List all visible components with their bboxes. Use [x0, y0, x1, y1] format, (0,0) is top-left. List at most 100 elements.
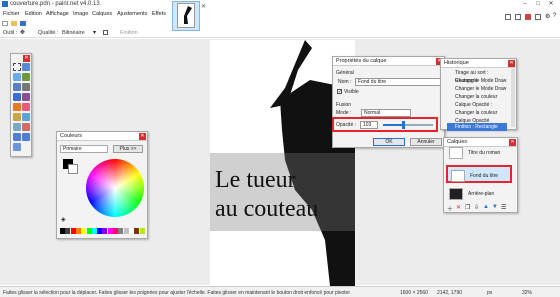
history-item[interactable]: Changer le Mode Draw	[447, 85, 507, 93]
text-icon[interactable]	[13, 133, 21, 141]
palette-swatch[interactable]	[60, 228, 65, 234]
history-item[interactable]: Tirage au sort : Rectangle	[447, 69, 507, 84]
menu-ajustements[interactable]: Ajustements	[117, 11, 147, 17]
unit-select[interactable]: px	[487, 290, 492, 296]
line-icon[interactable]	[22, 133, 30, 141]
merge-layer-icon[interactable]: ⇩	[474, 204, 479, 211]
finish-button[interactable]: Finition	[120, 30, 138, 36]
save-icon[interactable]	[20, 21, 26, 26]
lasso-icon[interactable]	[13, 73, 21, 81]
palette-swatch[interactable]	[65, 228, 71, 234]
history-item-selected[interactable]: Finition : Rectangle	[447, 123, 507, 131]
layer-row-titre[interactable]: Titre du roman	[446, 144, 512, 162]
tool-label: Outil :	[3, 30, 18, 36]
history-item[interactable]: Changer la couleur	[447, 109, 507, 117]
palette-swatch[interactable]	[128, 228, 134, 234]
palette-swatch[interactable]	[75, 228, 81, 234]
menu-effets[interactable]: Effets	[152, 11, 166, 17]
visible-label: Visible	[344, 89, 359, 95]
minimize-button[interactable]: –	[520, 0, 530, 8]
menu-affichage[interactable]: Affichage	[46, 11, 69, 17]
move-selection-tool-icon[interactable]: ✥	[20, 29, 25, 36]
shapes-icon[interactable]	[13, 143, 21, 151]
open-icon[interactable]	[11, 21, 17, 26]
layers-toggle-icon[interactable]	[505, 14, 511, 20]
palette-swatch[interactable]	[102, 228, 108, 234]
layer-row-fond-selected[interactable]: Fond du titre	[446, 165, 512, 183]
layer-row-arriere-plan[interactable]: Arrière-plan	[446, 185, 512, 203]
move-icon[interactable]	[22, 63, 30, 71]
zoom-level[interactable]: 32%	[522, 290, 532, 296]
palette-icon[interactable]: ◈	[61, 216, 66, 223]
colors-toggle-icon[interactable]	[525, 14, 531, 20]
add-layer-icon[interactable]: ＋	[447, 204, 453, 213]
history-toggle-icon[interactable]	[515, 14, 521, 20]
gradient-icon[interactable]	[22, 93, 30, 101]
duplicate-layer-icon[interactable]: ❐	[465, 204, 470, 211]
layer-name-field[interactable]: Fond du titre	[355, 78, 441, 86]
palette-swatch[interactable]	[139, 228, 145, 234]
history-scrollbar[interactable]	[511, 69, 515, 127]
help-icon[interactable]: ?	[553, 13, 556, 19]
close-icon[interactable]: ✕	[23, 55, 30, 62]
new-icon[interactable]	[2, 21, 8, 26]
tools-panel: ✕	[10, 53, 32, 157]
history-item[interactable]: Calque Opacité :	[447, 101, 507, 109]
move-layer-down-icon[interactable]: ▼	[492, 204, 498, 210]
color-picker-icon[interactable]	[22, 123, 30, 131]
close-tab-icon[interactable]: ✕	[201, 3, 206, 10]
eraser-icon[interactable]	[22, 103, 30, 111]
opacity-slider-thumb[interactable]	[402, 121, 405, 129]
palette-swatch[interactable]	[107, 228, 113, 234]
status-hint: Faites glisser la sélection pour la dépl…	[3, 290, 352, 296]
palette-swatch[interactable]	[113, 228, 118, 234]
pan-icon[interactable]	[22, 83, 30, 91]
cancel-button[interactable]: Annuler	[410, 138, 442, 146]
palette-swatch[interactable]	[91, 228, 97, 234]
history-item[interactable]: Changer la couleur	[447, 93, 507, 101]
close-window-button[interactable]: ✕	[546, 0, 556, 8]
zoom-icon[interactable]	[13, 83, 21, 91]
gear-icon[interactable]: ⚙	[545, 13, 550, 20]
canvas-title-line2: au couteau	[215, 196, 319, 222]
palette-swatch[interactable]	[97, 228, 103, 234]
menu-fichier[interactable]: Fichier	[3, 11, 20, 17]
color-wheel[interactable]	[86, 159, 144, 217]
menu-image[interactable]: Image	[73, 11, 88, 17]
move-layer-up-icon[interactable]: ▲	[483, 204, 489, 210]
menu-edition[interactable]: Edition	[25, 11, 42, 17]
palette-swatch[interactable]	[123, 228, 129, 234]
paint-bucket-icon[interactable]	[13, 93, 21, 101]
palette-swatch[interactable]	[134, 228, 140, 234]
menu-calques[interactable]: Calques	[92, 11, 112, 17]
pencil-icon[interactable]	[13, 113, 21, 121]
quality-label: Qualité :	[38, 30, 59, 36]
delete-layer-icon[interactable]: ✕	[456, 204, 461, 211]
maximize-button[interactable]: □	[533, 0, 543, 8]
palette-swatch[interactable]	[118, 228, 124, 234]
chevron-down-icon[interactable]: ▾	[93, 29, 96, 36]
history-item[interactable]: Changer le Mode Draw	[447, 77, 507, 85]
layer-properties-icon[interactable]: ☰	[501, 204, 506, 211]
palette-swatch[interactable]	[70, 228, 76, 234]
primary-select[interactable]: Primaire	[60, 145, 108, 153]
blend-mode-select[interactable]: Normal	[361, 109, 411, 117]
magic-wand-icon[interactable]	[22, 73, 30, 81]
opacity-input[interactable]: 103	[360, 121, 378, 129]
quality-select[interactable]: Bilinéaire	[62, 30, 85, 36]
recolor-icon[interactable]	[13, 123, 21, 131]
clone-stamp-icon[interactable]	[22, 113, 30, 121]
secondary-color-swatch[interactable]	[68, 164, 78, 174]
palette-swatch[interactable]	[81, 228, 87, 234]
visible-checkbox[interactable]: ✓	[337, 89, 342, 95]
close-icon[interactable]: ✕	[508, 60, 515, 67]
rectangle-select-icon[interactable]	[13, 63, 21, 71]
close-icon[interactable]: ✕	[139, 133, 146, 140]
checkbox-icon[interactable]	[103, 30, 108, 35]
document-preview-image	[177, 3, 195, 28]
paintbrush-icon[interactable]	[13, 103, 21, 111]
more-button[interactable]: Plus >>	[113, 145, 143, 153]
palette-swatch[interactable]	[86, 228, 92, 234]
ok-button[interactable]: OK	[373, 138, 405, 146]
tools-toggle-icon[interactable]	[535, 14, 541, 20]
